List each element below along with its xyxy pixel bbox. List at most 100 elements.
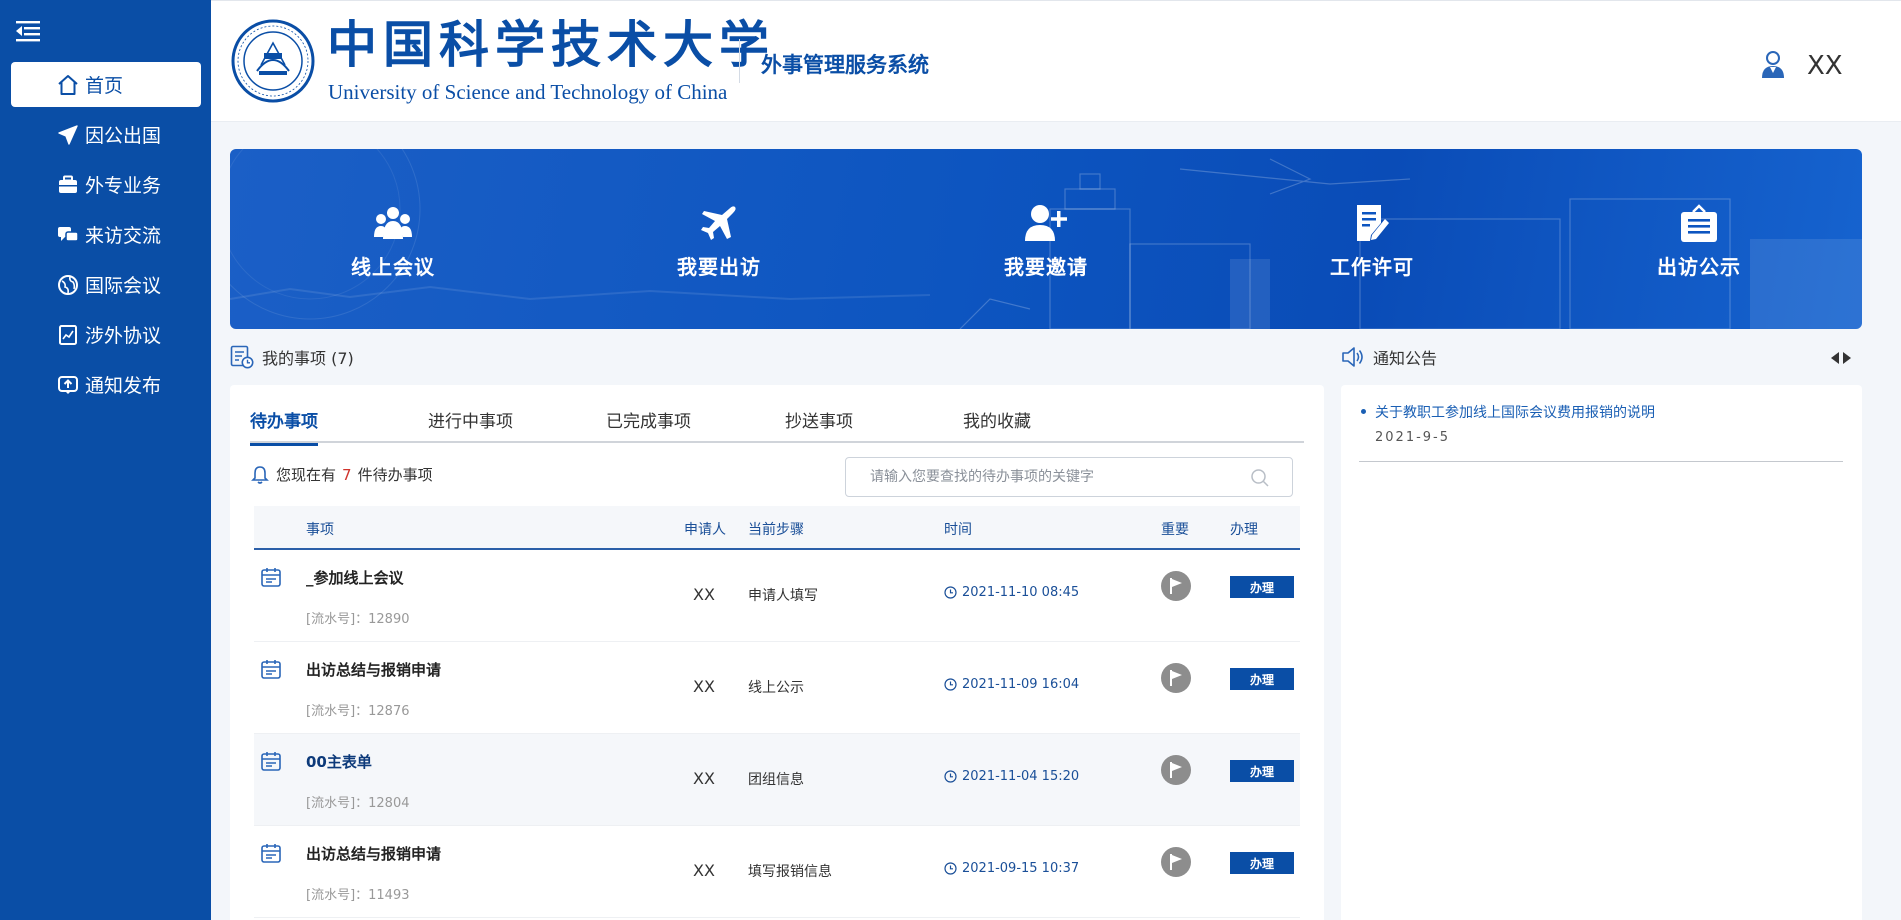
tab-completed[interactable]: 已完成事项 bbox=[606, 407, 691, 443]
item-serial: [流水号]：11493 bbox=[306, 888, 410, 903]
university-seal-logo bbox=[231, 19, 315, 103]
university-name-cn: 中国科学技术大学 bbox=[327, 15, 775, 74]
shortcut-invite[interactable]: 我要邀请 bbox=[946, 201, 1146, 280]
shortcut-label: 我要出访 bbox=[677, 255, 761, 279]
table-row[interactable]: _参加线上会议 [流水号]：12890 XX 申请人填写 2021-11-10 … bbox=[254, 550, 1300, 642]
edit-document-icon bbox=[1350, 201, 1394, 245]
calendar-icon bbox=[260, 750, 282, 772]
quick-access-banner: 线上会议 我要出访 我要邀请 工作许可 出访公示 bbox=[230, 149, 1862, 329]
item-step: 团组信息 bbox=[748, 772, 804, 788]
item-applicant: XX bbox=[693, 677, 715, 696]
col-action: 办理 bbox=[1230, 522, 1258, 538]
pending-suffix: 件待办事项 bbox=[357, 466, 433, 484]
sidebar-item-intl-conference[interactable]: 国际会议 bbox=[11, 262, 201, 307]
tab-cc[interactable]: 抄送事项 bbox=[785, 407, 853, 443]
flag-icon[interactable] bbox=[1161, 755, 1191, 785]
sidebar-item-agreements[interactable]: 涉外协议 bbox=[11, 312, 201, 357]
item-step: 线上公示 bbox=[748, 680, 804, 696]
flag-icon[interactable] bbox=[1161, 571, 1191, 601]
item-time: 2021-11-10 08:45 bbox=[944, 585, 1079, 600]
sidebar-item-foreign-experts[interactable]: 外专业务 bbox=[11, 162, 201, 207]
sidebar-item-home[interactable]: 首页 bbox=[11, 62, 201, 107]
briefcase-icon bbox=[55, 172, 81, 198]
tab-in-progress[interactable]: 进行中事项 bbox=[428, 407, 513, 443]
notices-title: 通知公告 bbox=[1373, 349, 1438, 368]
user-avatar-icon[interactable] bbox=[1759, 49, 1787, 79]
flag-icon[interactable] bbox=[1161, 663, 1191, 693]
process-button[interactable]: 办理 bbox=[1230, 576, 1294, 598]
sidebar-item-visits[interactable]: 来访交流 bbox=[11, 212, 201, 257]
plane-icon bbox=[697, 201, 741, 245]
item-time-value: 2021-11-04 15:20 bbox=[962, 769, 1080, 784]
shortcut-work-permit[interactable]: 工作许可 bbox=[1272, 201, 1472, 280]
shortcut-label: 工作许可 bbox=[1330, 255, 1414, 279]
calendar-icon bbox=[260, 658, 282, 680]
item-applicant: XX bbox=[693, 769, 715, 788]
sidebar-item-label: 因公出国 bbox=[85, 125, 162, 147]
process-button[interactable]: 办理 bbox=[1230, 668, 1294, 690]
notices-panel: 关于教职工参加线上国际会议费用报销的说明 2021-9-5 bbox=[1341, 385, 1862, 920]
sidebar-item-label: 国际会议 bbox=[85, 275, 162, 297]
home-icon bbox=[55, 72, 81, 98]
sidebar-nav: 首页 因公出国 外专业务 来访交流 国际会议 涉外协议 通知发布 bbox=[0, 62, 211, 412]
item-serial: [流水号]：12804 bbox=[306, 796, 410, 811]
globe-icon bbox=[55, 272, 81, 298]
prev-arrow-icon[interactable] bbox=[1831, 352, 1839, 364]
calendar-icon bbox=[260, 566, 282, 588]
col-current-step: 当前步骤 bbox=[748, 522, 804, 538]
item-tabs: 待办事项 进行中事项 已完成事项 抄送事项 我的收藏 bbox=[250, 407, 1304, 446]
notice-board-icon bbox=[1677, 201, 1721, 245]
todo-search-box[interactable] bbox=[845, 457, 1293, 497]
my-items-title: 我的事项 (7) bbox=[262, 349, 354, 368]
tab-favorites[interactable]: 我的收藏 bbox=[963, 407, 1031, 443]
shortcut-label: 出访公示 bbox=[1657, 255, 1741, 279]
search-icon[interactable] bbox=[1250, 468, 1270, 488]
col-applicant: 申请人 bbox=[684, 522, 726, 538]
clock-icon bbox=[944, 862, 957, 875]
item-title[interactable]: 出访总结与报销申请 bbox=[306, 659, 441, 680]
process-button[interactable]: 办理 bbox=[1230, 760, 1294, 782]
sidebar: 首页 因公出国 外专业务 来访交流 国际会议 涉外协议 通知发布 bbox=[0, 0, 211, 920]
item-title[interactable]: 出访总结与报销申请 bbox=[306, 843, 441, 864]
shortcut-visit-announcement[interactable]: 出访公示 bbox=[1599, 201, 1799, 280]
sidebar-item-official-abroad[interactable]: 因公出国 bbox=[11, 112, 201, 157]
sidebar-item-label: 首页 bbox=[85, 75, 124, 97]
todo-table-body: _参加线上会议 [流水号]：12890 XX 申请人填写 2021-11-10 … bbox=[254, 550, 1300, 918]
menu-collapse-icon[interactable] bbox=[14, 18, 42, 44]
item-title[interactable]: 00主表单 bbox=[306, 751, 372, 772]
flag-icon[interactable] bbox=[1161, 847, 1191, 877]
item-serial: [流水号]：12876 bbox=[306, 704, 410, 719]
tab-todo[interactable]: 待办事项 bbox=[250, 407, 318, 446]
shortcut-go-abroad[interactable]: 我要出访 bbox=[619, 201, 819, 280]
item-step: 申请人填写 bbox=[748, 588, 818, 604]
item-step: 填写报销信息 bbox=[748, 864, 832, 880]
sidebar-item-label: 来访交流 bbox=[85, 225, 162, 247]
table-row[interactable]: 出访总结与报销申请 [流水号]：12876 XX 线上公示 2021-11-09… bbox=[254, 642, 1300, 734]
item-applicant: XX bbox=[693, 861, 715, 880]
notice-title[interactable]: 关于教职工参加线上国际会议费用报销的说明 bbox=[1359, 402, 1843, 422]
my-items-header: 我的事项 (7) bbox=[230, 345, 354, 369]
col-time: 时间 bbox=[944, 522, 972, 538]
table-row[interactable]: 00主表单 [流水号]：12804 XX 团组信息 2021-11-04 15:… bbox=[254, 734, 1300, 826]
system-title: 外事管理服务系统 bbox=[761, 53, 929, 77]
header-divider bbox=[739, 39, 740, 83]
shortcut-label: 线上会议 bbox=[351, 255, 435, 279]
shortcut-online-meeting[interactable]: 线上会议 bbox=[293, 201, 493, 280]
task-list-icon bbox=[230, 345, 254, 369]
table-row[interactable]: 出访总结与报销申请 [流水号]：11493 XX 填写报销信息 2021-09-… bbox=[254, 826, 1300, 918]
user-name[interactable]: XX bbox=[1807, 51, 1843, 81]
process-button[interactable]: 办理 bbox=[1230, 852, 1294, 874]
next-arrow-icon[interactable] bbox=[1843, 352, 1851, 364]
notices-header: 通知公告 bbox=[1341, 345, 1437, 369]
upload-icon bbox=[55, 372, 81, 398]
todo-search-input[interactable] bbox=[870, 458, 1250, 496]
sidebar-item-label: 涉外协议 bbox=[85, 325, 162, 347]
item-time: 2021-11-09 16:04 bbox=[944, 677, 1079, 692]
pending-count: 7 bbox=[342, 465, 352, 484]
sidebar-item-publish-notice[interactable]: 通知发布 bbox=[11, 362, 201, 407]
col-item: 事项 bbox=[306, 522, 334, 538]
clock-icon bbox=[944, 770, 957, 783]
top-header: 中国科学技术大学 University of Science and Techn… bbox=[211, 0, 1901, 122]
item-time-value: 2021-11-09 16:04 bbox=[962, 677, 1080, 692]
item-title[interactable]: _参加线上会议 bbox=[306, 567, 404, 588]
